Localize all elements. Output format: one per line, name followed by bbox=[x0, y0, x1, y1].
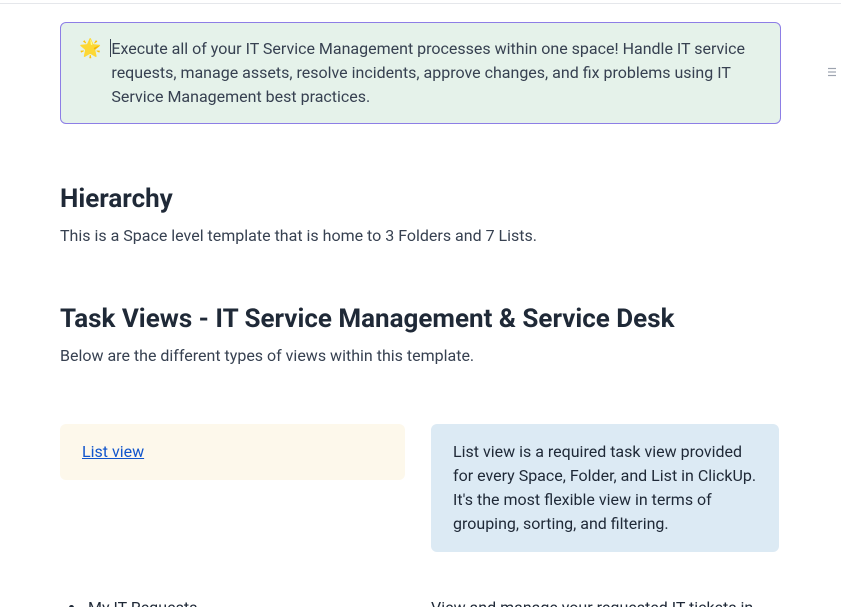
callout-body: Execute all of your IT Service Managemen… bbox=[111, 39, 745, 106]
top-divider bbox=[0, 3, 841, 4]
intro-callout-text[interactable]: Execute all of your IT Service Managemen… bbox=[111, 37, 762, 109]
view-card-left-col: List view bbox=[60, 424, 405, 480]
task-views-body: Below are the different types of views w… bbox=[60, 344, 781, 368]
text-caret bbox=[110, 39, 111, 57]
document-content: 🌟 Execute all of your IT Service Managem… bbox=[0, 22, 841, 607]
list-view-card: List view bbox=[60, 424, 405, 480]
list-view-description-card: List view is a required task view provid… bbox=[431, 424, 779, 552]
hierarchy-heading: Hierarchy bbox=[60, 184, 781, 214]
task-views-heading: Task Views - IT Service Management & Ser… bbox=[60, 304, 781, 334]
sub-item-list: My IT Requests bbox=[60, 596, 405, 607]
intro-callout[interactable]: 🌟 Execute all of your IT Service Managem… bbox=[60, 22, 781, 124]
list-view-link[interactable]: List view bbox=[82, 442, 144, 461]
sub-item-row: My IT Requests View and manage your requ… bbox=[60, 596, 781, 607]
hierarchy-body: This is a Space level template that is h… bbox=[60, 224, 781, 248]
sub-item-label: My IT Requests bbox=[88, 598, 197, 607]
sub-item-description: View and manage your requested IT ticket… bbox=[431, 598, 753, 607]
star-icon: 🌟 bbox=[79, 38, 101, 60]
sub-item-left: My IT Requests bbox=[60, 596, 405, 607]
view-card-right-col: List view is a required task view provid… bbox=[431, 424, 779, 552]
list-item: My IT Requests bbox=[86, 596, 405, 607]
toc-handle-icon[interactable] bbox=[825, 66, 837, 78]
list-view-description: List view is a required task view provid… bbox=[453, 442, 756, 533]
sub-item-right: View and manage your requested IT ticket… bbox=[431, 596, 779, 607]
view-cards-row: List view List view is a required task v… bbox=[60, 424, 781, 552]
document-viewport: 🌟 Execute all of your IT Service Managem… bbox=[0, 0, 841, 607]
